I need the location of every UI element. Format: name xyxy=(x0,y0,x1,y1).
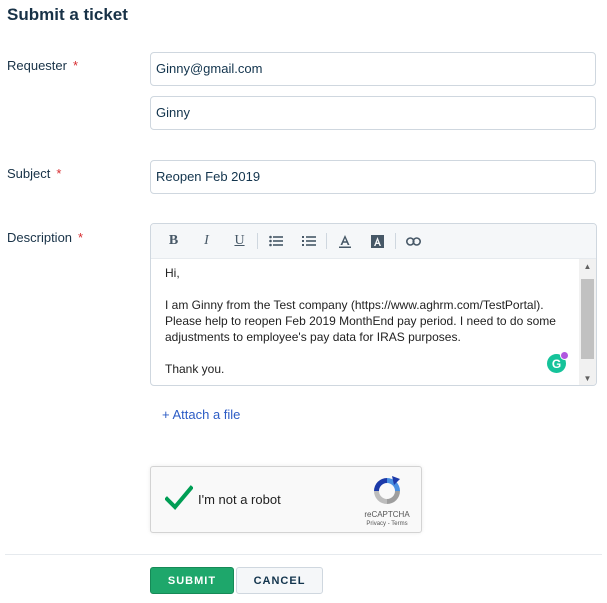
scroll-up-arrow-icon[interactable]: ▲ xyxy=(579,259,596,273)
submit-button[interactable]: SUBMIT xyxy=(150,567,234,594)
underline-button[interactable]: U xyxy=(223,224,256,258)
font-color-button[interactable] xyxy=(328,224,361,258)
requester-label: Requester * xyxy=(7,58,78,73)
editor-line: adjustments to employee's pay data for I… xyxy=(165,330,461,344)
editor-greeting: Hi, xyxy=(165,266,180,280)
requester-label-text: Requester xyxy=(7,58,67,73)
italic-icon: I xyxy=(204,233,209,248)
editor-scrollbar[interactable]: ▲ ▼ xyxy=(579,259,596,385)
toolbar-divider xyxy=(326,233,327,249)
numbered-list-icon xyxy=(301,236,316,246)
required-mark: * xyxy=(78,230,84,245)
description-label: Description * xyxy=(7,230,83,245)
toolbar-divider xyxy=(395,233,396,249)
bold-button[interactable]: B xyxy=(157,224,190,258)
toolbar-divider xyxy=(257,233,258,249)
recaptcha-brand: reCAPTCHA xyxy=(364,510,410,519)
captcha-label: I'm not a robot xyxy=(198,492,281,507)
editor-closing: Thank you. xyxy=(165,362,225,376)
required-mark: * xyxy=(72,58,79,73)
bold-icon: B xyxy=(168,233,179,248)
italic-button[interactable]: I xyxy=(190,224,223,258)
recaptcha-logo-icon xyxy=(374,476,400,504)
link-icon xyxy=(406,236,421,246)
background-color-icon xyxy=(371,234,384,248)
requester-name-value: Ginny xyxy=(156,105,190,120)
underline-icon: U xyxy=(234,233,245,248)
recaptcha-widget: I'm not a robot reCAPTCHA Privacy - Term… xyxy=(150,466,422,533)
grammarly-icon[interactable]: G xyxy=(547,351,569,373)
subject-label-text: Subject xyxy=(7,166,51,181)
subject-value: Reopen Feb 2019 xyxy=(156,169,261,184)
grammarly-letter: G xyxy=(551,356,562,371)
bullet-list-button[interactable] xyxy=(259,224,292,258)
editor-line: I am Ginny from the Test company (https:… xyxy=(165,298,544,312)
attach-file-link[interactable]: + Attach a file xyxy=(162,407,240,422)
bullet-list-icon xyxy=(268,235,283,247)
cancel-button[interactable]: CANCEL xyxy=(236,567,323,594)
description-label-text: Description xyxy=(7,230,73,245)
background-color-button[interactable] xyxy=(361,224,394,258)
checkmark-icon[interactable] xyxy=(165,485,193,511)
numbered-list-button[interactable] xyxy=(292,224,325,258)
requester-email-field[interactable]: Ginny@gmail.com xyxy=(150,52,596,86)
page-title: Submit a ticket xyxy=(7,5,128,24)
requester-email-value: Ginny@gmail.com xyxy=(156,61,263,76)
subject-field[interactable]: Reopen Feb 2019 xyxy=(150,160,596,194)
form-divider xyxy=(5,554,602,555)
subject-label: Subject * xyxy=(7,166,61,181)
font-color-icon xyxy=(338,234,351,248)
grammarly-badge xyxy=(560,351,569,360)
required-mark: * xyxy=(56,166,62,181)
editor-toolbar: B I U xyxy=(151,224,596,259)
editor-content[interactable]: Hi, I am Ginny from the Test company (ht… xyxy=(151,259,579,385)
requester-name-field[interactable]: Ginny xyxy=(150,96,596,130)
editor-line: Please help to reopen Feb 2019 MonthEnd … xyxy=(165,314,556,328)
recaptcha-privacy-terms-link[interactable]: Privacy - Terms xyxy=(355,521,419,527)
description-editor[interactable]: B I U Hi, I am Ginny from the Test compa… xyxy=(150,223,597,386)
link-button[interactable] xyxy=(397,224,430,258)
scroll-down-arrow-icon[interactable]: ▼ xyxy=(579,371,596,385)
scroll-thumb[interactable] xyxy=(581,279,594,359)
